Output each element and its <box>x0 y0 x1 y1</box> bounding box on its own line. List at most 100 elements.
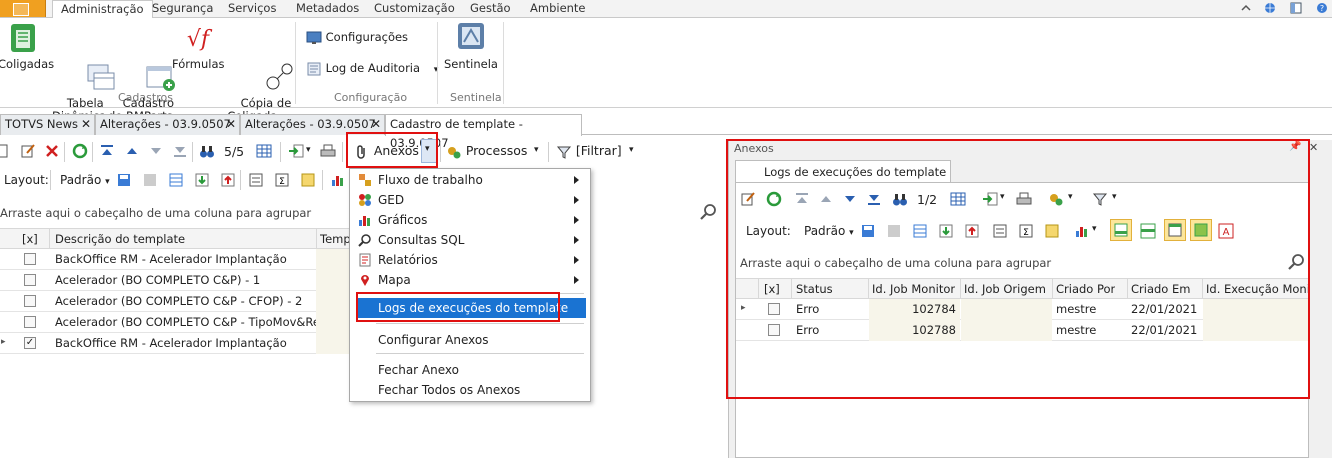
formulas-label: Fórmulas <box>172 57 225 71</box>
delete-icon[interactable] <box>44 143 60 159</box>
tab-seguranca[interactable]: Segurança <box>144 0 221 18</box>
globe-icon[interactable] <box>1264 2 1276 14</box>
header-template[interactable]: Templ <box>320 232 350 246</box>
table-row[interactable]: ▸ ✓ BackOffice RM - Acelerador Implantaç… <box>0 333 352 354</box>
menu-item-fluxo[interactable]: Fluxo de trabalho <box>378 170 483 190</box>
template-cell <box>316 270 352 291</box>
close-icon[interactable]: ✕ <box>1309 141 1318 154</box>
chart-icon <box>359 216 370 226</box>
close-icon[interactable]: ✕ <box>81 115 91 134</box>
row-checkbox[interactable] <box>24 316 36 328</box>
toolbar-separator <box>548 142 549 162</box>
layout-padrao-dropdown[interactable]: Padrão ▾ <box>60 173 110 187</box>
last-record-icon[interactable] <box>172 143 188 159</box>
save-layout-icon[interactable] <box>116 172 132 188</box>
sentinela-button[interactable]: Sentinela <box>444 22 498 71</box>
menu-item-consultas-sql[interactable]: Consultas SQL <box>378 230 464 250</box>
tab-metadados[interactable]: Metadados <box>288 0 367 18</box>
menu-separator <box>376 353 584 354</box>
log-auditoria-label: Log de Auditoria <box>325 61 421 75</box>
row-description: Acelerador (BO COMPLETO C&P - CFOP) - 2 <box>55 294 303 308</box>
previous-record-icon[interactable] <box>124 143 140 159</box>
building-icon <box>7 22 39 54</box>
processos-button[interactable]: Processos <box>446 143 527 160</box>
annotation-panel-highlight <box>726 139 1310 399</box>
menu-item-fechar-todos[interactable]: Fechar Todos os Anexos <box>378 380 520 400</box>
processos-label: Processos <box>465 143 528 158</box>
tab-ambiente[interactable]: Ambiente <box>522 0 594 18</box>
grid-view-icon[interactable] <box>256 143 272 159</box>
toolbar-separator <box>50 170 51 190</box>
row-description: BackOffice RM - Acelerador Implantação <box>55 252 287 266</box>
note-icon[interactable] <box>300 172 316 188</box>
anexos-dropdown-menu: Fluxo de trabalho GED Gráficos Consultas… <box>349 168 591 402</box>
menu-item-mapa[interactable]: Mapa <box>378 270 411 290</box>
formulas-button[interactable]: √f Fórmulas <box>172 22 225 71</box>
search-icon[interactable] <box>700 203 718 221</box>
table-icon <box>62 48 115 90</box>
chevron-down-icon[interactable]: ▾ <box>629 145 634 155</box>
group-label-cadastros: Cadastros <box>118 91 173 104</box>
toolbar-separator <box>240 170 241 190</box>
edit-icon[interactable] <box>20 143 36 159</box>
next-record-icon[interactable] <box>148 143 164 159</box>
chevron-up-icon[interactable] <box>1240 2 1252 14</box>
window-layout-icon[interactable] <box>1290 2 1302 14</box>
column-divider <box>49 229 50 249</box>
coligadas-button[interactable]: Coligadas <box>0 22 54 71</box>
new-icon[interactable] <box>0 143 10 159</box>
menu-item-configurar-anexos[interactable]: Configurar Anexos <box>378 330 488 350</box>
menu-item-ged[interactable]: GED <box>378 190 404 210</box>
print-icon[interactable] <box>320 143 336 159</box>
menu-item-fechar-anexo[interactable]: Fechar Anexo <box>378 360 459 380</box>
row-checkbox[interactable] <box>24 295 36 307</box>
layout-icon[interactable] <box>142 172 158 188</box>
tab-gestao[interactable]: Gestão <box>462 0 519 18</box>
import-icon[interactable] <box>288 143 304 159</box>
close-icon[interactable]: ✕ <box>226 115 236 134</box>
sentinela-label: Sentinela <box>444 57 498 71</box>
export-up-icon[interactable] <box>220 172 236 188</box>
header-checkbox[interactable]: [x] <box>22 232 38 246</box>
row-checkbox-checked[interactable]: ✓ <box>24 337 36 349</box>
group-label-sentinela: Sentinela <box>450 91 502 104</box>
filtrar-button[interactable]: [Filtrar] <box>556 143 622 160</box>
tab-administracao[interactable]: Administração <box>52 0 153 19</box>
row-description: Acelerador (BO COMPLETO C&P) - 1 <box>55 273 261 287</box>
top-menu-bar: Administração Segurança Serviços Metadad… <box>0 0 1332 19</box>
table-row[interactable]: Acelerador (BO COMPLETO C&P) - 1 <box>0 270 352 291</box>
chevron-down-icon[interactable]: ▾ <box>534 145 539 155</box>
menu-item-relatorios[interactable]: Relatórios <box>378 250 438 270</box>
group-icon[interactable] <box>248 172 264 188</box>
first-record-icon[interactable] <box>99 143 115 159</box>
tab-servicos[interactable]: Serviços <box>220 0 284 18</box>
row-checkbox[interactable] <box>24 253 36 265</box>
submenu-arrow-icon <box>574 176 579 184</box>
workflow-icon <box>359 174 371 186</box>
export-down-icon[interactable] <box>194 172 210 188</box>
menu-item-graficos[interactable]: Gráficos <box>378 210 427 230</box>
refresh-icon[interactable] <box>72 143 88 159</box>
svg-text:√f: √f <box>187 27 213 52</box>
tab-label: Alterações - 03.9.0507 <box>245 117 376 131</box>
chevron-down-icon[interactable]: ▾ <box>306 145 311 155</box>
help-icon[interactable]: ? <box>1316 2 1328 14</box>
configuracoes-button[interactable]: Configurações <box>306 30 408 45</box>
columns-icon[interactable] <box>168 172 184 188</box>
tab-alteracoes-1[interactable]: Alterações - 03.9.0507 ✕ <box>95 114 240 135</box>
tab-customizacao[interactable]: Customização <box>366 0 463 18</box>
table-row[interactable]: Acelerador (BO COMPLETO C&P - CFOP) - 2 <box>0 291 352 312</box>
row-description: BackOffice RM - Acelerador Implantação <box>55 336 287 350</box>
header-descricao[interactable]: Descrição do template <box>55 232 185 246</box>
table-row[interactable]: BackOffice RM - Acelerador Implantação <box>0 249 352 270</box>
chart-icon[interactable] <box>330 172 346 188</box>
toolbar-separator <box>92 142 93 162</box>
log-auditoria-button[interactable]: Log de Auditoria ▾ <box>306 61 438 76</box>
app-menu-button[interactable] <box>0 0 46 17</box>
table-row[interactable]: Acelerador (BO COMPLETO C&P - TipoMov&Re… <box>0 312 360 333</box>
layout-bar: Layout: Padrão ▾ Σ <box>0 167 352 193</box>
binoculars-icon[interactable] <box>199 143 215 159</box>
tab-totvs-news[interactable]: TOTVS News ✕ <box>0 114 95 135</box>
sum-icon[interactable]: Σ <box>274 172 290 188</box>
row-checkbox[interactable] <box>24 274 36 286</box>
